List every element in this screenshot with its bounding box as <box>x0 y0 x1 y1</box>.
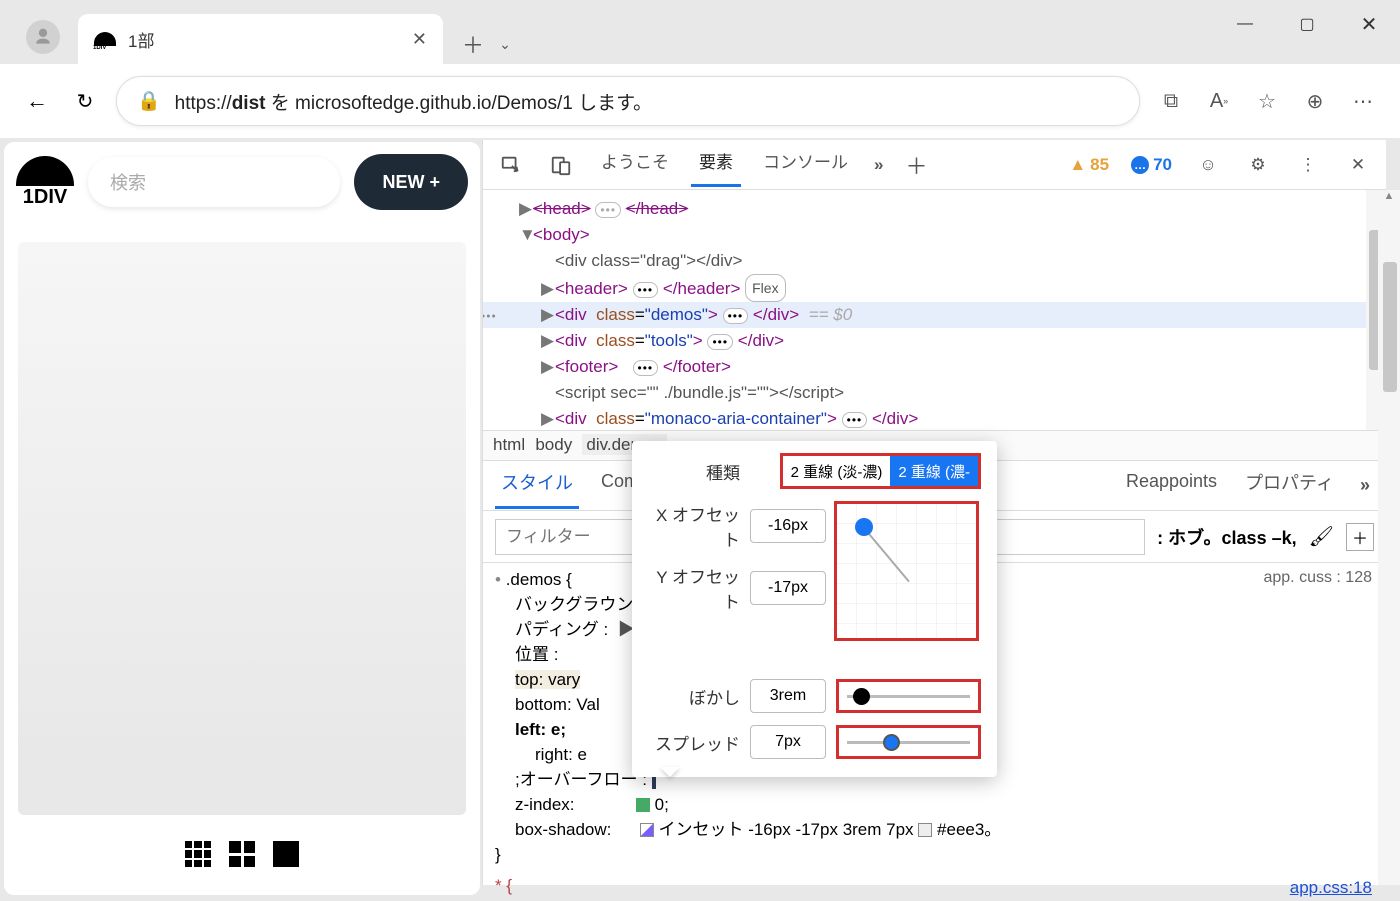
blur-input[interactable] <box>750 679 826 713</box>
devtools-toolbar: ようこそ 要素 コンソール » ＋ ▲ 85 … 70 ☺ ⚙ ⋮ ✕ <box>483 140 1386 190</box>
new-rule-icon[interactable]: ＋ <box>1346 523 1374 551</box>
open-external-icon[interactable]: ⧉ <box>1154 84 1188 118</box>
tab-title: 1部 <box>128 27 400 52</box>
minimize-button[interactable]: — <box>1214 0 1276 48</box>
xy-offset-pad[interactable] <box>834 501 979 641</box>
device-icon[interactable] <box>547 151 575 179</box>
browser-tab[interactable]: 1部 ✕ <box>78 14 443 64</box>
xy-handle[interactable] <box>855 518 873 536</box>
type-label: 種類 <box>648 459 740 484</box>
new-button[interactable]: NEW + <box>354 154 468 210</box>
window-controls: — ▢ ✕ <box>1214 0 1400 48</box>
type-tab-inset[interactable]: 2 重線 (濃- <box>890 456 978 486</box>
layer-swatch-icon[interactable] <box>636 798 650 812</box>
spread-input[interactable] <box>750 725 826 759</box>
back-button[interactable]: ← <box>20 84 54 118</box>
single-view-icon[interactable] <box>273 841 299 867</box>
tab-welcome[interactable]: ようこそ <box>597 142 673 187</box>
filter-input[interactable] <box>495 519 655 555</box>
class-hint: : ホブ。class –k, <box>1157 524 1297 550</box>
shadow-editor-popup: 種類 2 重線 (淡-濃) 2 重線 (濃- X オフセット Y オフセット ぼ… <box>632 441 997 777</box>
kebab-icon[interactable]: ⋮ <box>1294 151 1322 179</box>
tab-favicon <box>94 32 116 46</box>
browser-titlebar: 1部 ✕ ＋ ⌄ — ▢ ✕ <box>0 0 1400 64</box>
tab-close-icon[interactable]: ✕ <box>412 29 427 50</box>
x-offset-input[interactable] <box>750 509 826 543</box>
search-input[interactable]: 検索 <box>88 157 340 207</box>
profile-avatar[interactable] <box>26 20 60 54</box>
page-content: 1DIV 検索 NEW + <box>4 142 480 895</box>
read-aloud-icon[interactable]: A» <box>1202 84 1236 118</box>
more-icon[interactable]: ⋯ <box>1346 84 1380 118</box>
maximize-button[interactable]: ▢ <box>1276 0 1338 48</box>
more-tabs-icon[interactable]: » <box>874 155 883 175</box>
warnings-badge[interactable]: ▲ 85 <box>1069 155 1109 175</box>
address-bar[interactable]: 🔒 https://dist を microsoftedge.github.io… <box>116 76 1140 126</box>
inspect-icon[interactable] <box>497 151 525 179</box>
more-subtabs-icon[interactable]: » <box>1360 475 1370 496</box>
close-window-button[interactable]: ✕ <box>1338 0 1400 48</box>
favorite-icon[interactable]: ☆ <box>1250 84 1284 118</box>
type-tabs: 2 重線 (淡-濃) 2 重線 (濃- <box>780 453 981 489</box>
view-switcher <box>4 841 480 867</box>
spread-slider[interactable] <box>836 725 981 759</box>
shadow-swatch-icon[interactable] <box>640 823 654 837</box>
subtab-properties[interactable]: プロパティ <box>1243 463 1336 509</box>
popup-tail <box>660 767 680 787</box>
tab-console[interactable]: コンソール <box>759 142 852 187</box>
stylesheet-link[interactable]: app.css:18 <box>1290 875 1372 900</box>
dom-selected-node: ▶<div class="demos"> ••• </div> == $0 <box>483 302 1386 328</box>
color-swatch-icon[interactable] <box>918 823 932 837</box>
grid9-icon[interactable] <box>185 841 211 867</box>
collections-icon[interactable]: ⊕ <box>1298 84 1332 118</box>
type-tab-outset[interactable]: 2 重線 (淡-濃) <box>783 456 891 486</box>
grid4-icon[interactable] <box>229 841 255 867</box>
feedback-icon[interactable]: ☺ <box>1194 151 1222 179</box>
subtab-reappoints[interactable]: Reappoints <box>1124 465 1219 506</box>
url-text: https://dist を microsoftedge.github.io/D… <box>175 88 653 115</box>
brush-icon[interactable]: 🖌 <box>1309 524 1334 549</box>
devtools-scrollbar[interactable]: ▲ <box>1378 190 1400 885</box>
new-tab-button[interactable]: ＋ <box>453 24 493 64</box>
app-logo: 1DIV <box>16 156 74 209</box>
refresh-button[interactable]: ↻ <box>68 84 102 118</box>
browser-toolbar: ← ↻ 🔒 https://dist を microsoftedge.githu… <box>0 64 1400 138</box>
tab-dropdown-icon[interactable]: ⌄ <box>493 24 517 64</box>
subtab-styles[interactable]: スタイル <box>499 463 575 509</box>
source-link[interactable]: app. cuss : 128 <box>1263 565 1372 590</box>
add-tab-icon[interactable]: ＋ <box>905 149 927 181</box>
tab-elements[interactable]: 要素 <box>695 142 737 187</box>
blur-slider[interactable] <box>836 679 981 713</box>
close-devtools-icon[interactable]: ✕ <box>1344 151 1372 179</box>
dom-tree[interactable]: ▶<head> ••• </head> ▼<body> <div class="… <box>483 190 1386 430</box>
y-offset-input[interactable] <box>750 571 826 605</box>
lock-icon: 🔒 <box>137 89 161 113</box>
demos-area <box>18 242 466 815</box>
settings-icon[interactable]: ⚙ <box>1244 151 1272 179</box>
info-badge[interactable]: … 70 <box>1131 155 1172 175</box>
